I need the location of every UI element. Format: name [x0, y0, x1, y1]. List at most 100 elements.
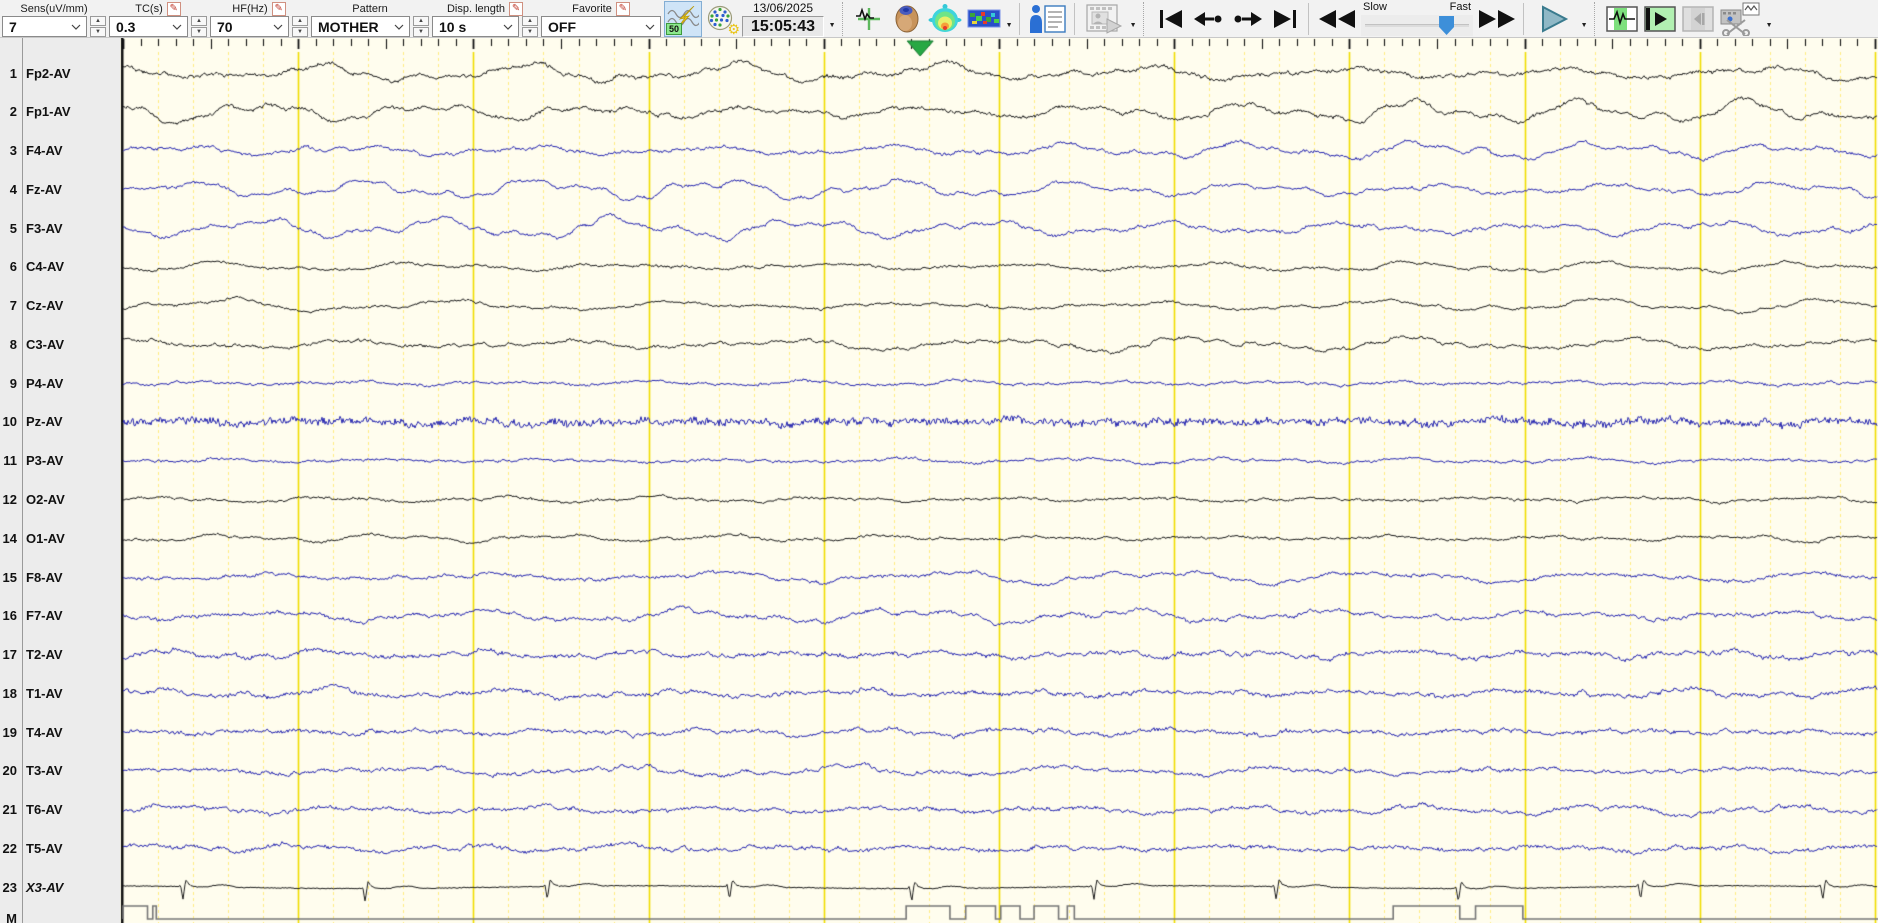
- channel-row[interactable]: 8 C3-AV: [0, 336, 120, 352]
- channel-label: F4-AV: [26, 143, 63, 159]
- chevron-down-icon: [394, 24, 404, 30]
- speed-slider-thumb[interactable]: [1439, 16, 1455, 35]
- channel-row[interactable]: 18 T1-AV: [0, 685, 120, 701]
- display-length-select[interactable]: 10 s: [432, 16, 519, 37]
- tc-spin-up-button[interactable]: [191, 16, 207, 26]
- rewind-button[interactable]: [1315, 1, 1359, 37]
- go-to-start-button[interactable]: [1152, 1, 1190, 37]
- notch-filter-button[interactable]: 50: [664, 1, 702, 37]
- channel-number: 18: [2, 685, 17, 701]
- pattern-spin-down-button[interactable]: [413, 27, 429, 37]
- video-playback-button[interactable]: [1081, 1, 1127, 37]
- maps-dropdown-arrow[interactable]: [1003, 1, 1015, 35]
- channel-number: 21: [2, 802, 17, 818]
- channel-number: 14: [2, 530, 17, 546]
- channel-row[interactable]: 23 X3-AV: [0, 879, 120, 895]
- channel-row[interactable]: 21 T6-AV: [0, 802, 120, 818]
- channel-label: F7-AV: [26, 608, 63, 624]
- waveform-cursor-button[interactable]: [851, 1, 889, 37]
- toolbar-separator: [1594, 2, 1599, 36]
- head-3d-map-button[interactable]: [889, 1, 927, 37]
- channel-row[interactable]: 19 T4-AV: [0, 724, 120, 740]
- sensitivity-spin-down-button[interactable]: [90, 27, 106, 37]
- clip-video-button[interactable]: [1717, 1, 1763, 37]
- channel-label: C4-AV: [26, 259, 65, 275]
- hf-select[interactable]: 70: [210, 16, 289, 37]
- play-button[interactable]: [1530, 1, 1578, 37]
- speed-slider-track[interactable]: [1361, 15, 1474, 36]
- display-length-edit-pencil-icon[interactable]: [509, 1, 524, 16]
- display-length-spin-up-button[interactable]: [522, 16, 538, 26]
- datetime-dropdown-arrow[interactable]: [826, 1, 838, 35]
- channel-row[interactable]: 12 O2-AV: [0, 491, 120, 507]
- favorite-edit-pencil-icon[interactable]: [615, 1, 630, 16]
- channel-label: Fz-AV: [26, 181, 62, 197]
- patient-information-button[interactable]: [1026, 1, 1070, 37]
- channel-row[interactable]: 10 Pz-AV: [0, 414, 120, 430]
- play-dropdown-arrow[interactable]: [1578, 1, 1590, 35]
- review-back-icon: [1682, 6, 1714, 32]
- favorite-select[interactable]: OFF: [541, 16, 661, 37]
- channel-label: T1-AV: [26, 685, 63, 701]
- waveform-cursor-icon: [856, 7, 881, 30]
- channel-row[interactable]: 4 Fz-AV: [0, 181, 120, 197]
- step-forward-button[interactable]: [1228, 1, 1266, 37]
- toolbar-separator: [1523, 3, 1526, 35]
- hf-edit-pencil-icon[interactable]: [271, 1, 286, 16]
- marker-channel-label: M: [6, 910, 17, 923]
- channel-row[interactable]: 15 F8-AV: [0, 569, 120, 585]
- tc-edit-pencil-icon[interactable]: [166, 1, 181, 16]
- channel-label: P4-AV: [26, 375, 64, 391]
- display-length-spin-down-button[interactable]: [522, 27, 538, 37]
- hf-spin-down-button[interactable]: [292, 27, 308, 37]
- channel-row[interactable]: 16 F7-AV: [0, 608, 120, 624]
- eeg-display-area: 1 Fp2-AV 2 Fp1-AV 3 F4-AV 4 Fz-AV 5 F3-AV 6 C4-AV 7 C…: [0, 38, 1878, 923]
- dsa-trend-button[interactable]: [965, 1, 1003, 37]
- pattern-select[interactable]: MOTHER: [311, 16, 410, 37]
- display-length-control: Disp. length 10 s: [432, 1, 538, 37]
- dsa-trend-icon: [967, 9, 1001, 28]
- channel-number: 7: [9, 298, 17, 314]
- favorite-control: Favorite OFF: [541, 1, 661, 37]
- review-play-icon: [1644, 6, 1676, 32]
- pattern-spin-up-button[interactable]: [413, 16, 429, 26]
- sensitivity-spin-up-button[interactable]: [90, 16, 106, 26]
- sensitivity-control: Sens(uV/mm) 7: [2, 1, 106, 37]
- channel-row[interactable]: 17 T2-AV: [0, 647, 120, 663]
- channel-row[interactable]: 3 F4-AV: [0, 143, 120, 159]
- channel-row[interactable]: 11 P3-AV: [0, 453, 120, 469]
- channel-label: Pz-AV: [26, 414, 63, 430]
- tc-select[interactable]: 0.3: [109, 16, 188, 37]
- video-dropdown-arrow[interactable]: [1127, 1, 1139, 35]
- eeg-trace-canvas[interactable]: [120, 38, 1878, 923]
- clip-dropdown-arrow[interactable]: [1763, 1, 1775, 35]
- eeg-review-application: { "toolbar": { "combos": [ { "label": "S…: [0, 0, 1878, 923]
- channel-row[interactable]: 6 C4-AV: [0, 259, 120, 275]
- sensitivity-select[interactable]: 7: [2, 16, 87, 37]
- electrode-settings-button[interactable]: ⚙: [702, 1, 740, 37]
- channel-row[interactable]: 20 T3-AV: [0, 763, 120, 779]
- waveform-review-button[interactable]: [1603, 1, 1641, 37]
- channel-label: T6-AV: [26, 802, 63, 818]
- topography-map-button[interactable]: [927, 1, 965, 37]
- channel-row[interactable]: 22 T5-AV: [0, 840, 120, 856]
- channel-row[interactable]: 5 F3-AV: [0, 220, 120, 236]
- review-play-button[interactable]: [1641, 1, 1679, 37]
- tc-spin-down-button[interactable]: [191, 27, 207, 37]
- channel-label-gutter: 1 Fp2-AV 2 Fp1-AV 3 F4-AV 4 Fz-AV 5 F3-AV 6 C4-AV 7 C…: [0, 38, 120, 923]
- channel-number: 6: [9, 259, 17, 275]
- fast-forward-button[interactable]: [1475, 1, 1519, 37]
- channel-row[interactable]: 14 O1-AV: [0, 530, 120, 546]
- go-to-end-button[interactable]: [1266, 1, 1304, 37]
- channel-row[interactable]: 9 P4-AV: [0, 375, 120, 391]
- hf-spin-up-button[interactable]: [292, 16, 308, 26]
- channel-row[interactable]: 1 Fp2-AV: [0, 65, 120, 81]
- channel-row[interactable]: 7 Cz-AV: [0, 298, 120, 314]
- channel-row[interactable]: 2 Fp1-AV: [0, 104, 120, 120]
- current-time[interactable]: 15:05:43: [742, 16, 825, 37]
- review-back-button[interactable]: [1679, 1, 1717, 37]
- playback-speed-control: Slow Fast: [1361, 1, 1474, 36]
- step-back-button[interactable]: [1190, 1, 1228, 37]
- dot-arrow-right-icon: [1234, 12, 1263, 26]
- film-scissors-icon: [1720, 2, 1760, 36]
